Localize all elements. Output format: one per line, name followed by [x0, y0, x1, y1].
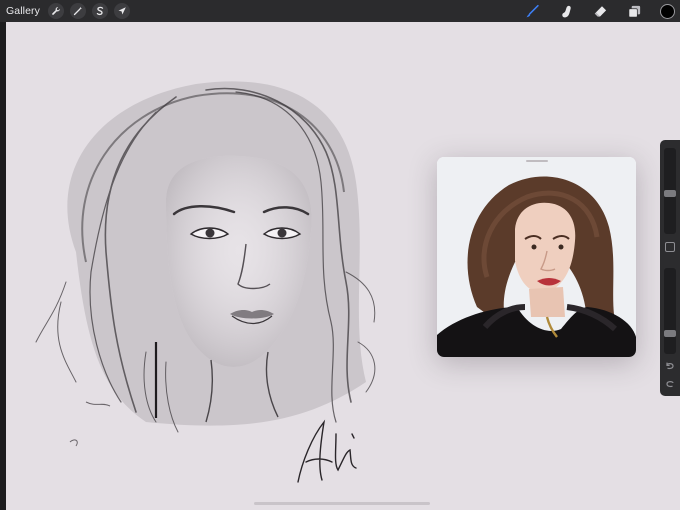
- eraser-button[interactable]: [592, 3, 608, 19]
- arrow-cursor-icon: [118, 7, 126, 15]
- reference-window-handle[interactable]: [526, 160, 548, 162]
- home-indicator: [254, 502, 430, 505]
- selection-button[interactable]: [91, 3, 108, 19]
- layers-icon: [628, 5, 640, 17]
- brush-size-knob[interactable]: [664, 190, 676, 197]
- side-slider-panel: [660, 140, 680, 396]
- adjustments-button[interactable]: [69, 3, 86, 19]
- gallery-button[interactable]: Gallery: [6, 5, 40, 17]
- undo-icon[interactable]: [664, 360, 676, 372]
- top-toolbar: Gallery: [0, 0, 680, 22]
- reference-photo: [437, 157, 636, 357]
- color-swatch-button[interactable]: [660, 3, 675, 19]
- drawing-canvas[interactable]: [6, 22, 680, 510]
- eraser-icon: [594, 5, 606, 17]
- opacity-knob[interactable]: [664, 330, 676, 337]
- square-modify-icon[interactable]: [665, 242, 675, 252]
- brush-button[interactable]: [524, 3, 540, 19]
- reference-window[interactable]: [437, 157, 636, 357]
- actions-button[interactable]: [47, 3, 64, 19]
- brush-icon: [526, 4, 539, 17]
- tool-group: [506, 0, 680, 22]
- redo-icon[interactable]: [664, 378, 676, 390]
- layers-button[interactable]: [626, 3, 642, 19]
- smudge-finger-icon: [561, 5, 571, 17]
- wrench-icon: [52, 7, 60, 15]
- transform-button[interactable]: [113, 3, 130, 19]
- magic-wand-icon: [73, 6, 82, 16]
- selection-s-icon: [96, 6, 104, 16]
- smudge-button[interactable]: [558, 3, 574, 19]
- opacity-slider[interactable]: [664, 268, 676, 354]
